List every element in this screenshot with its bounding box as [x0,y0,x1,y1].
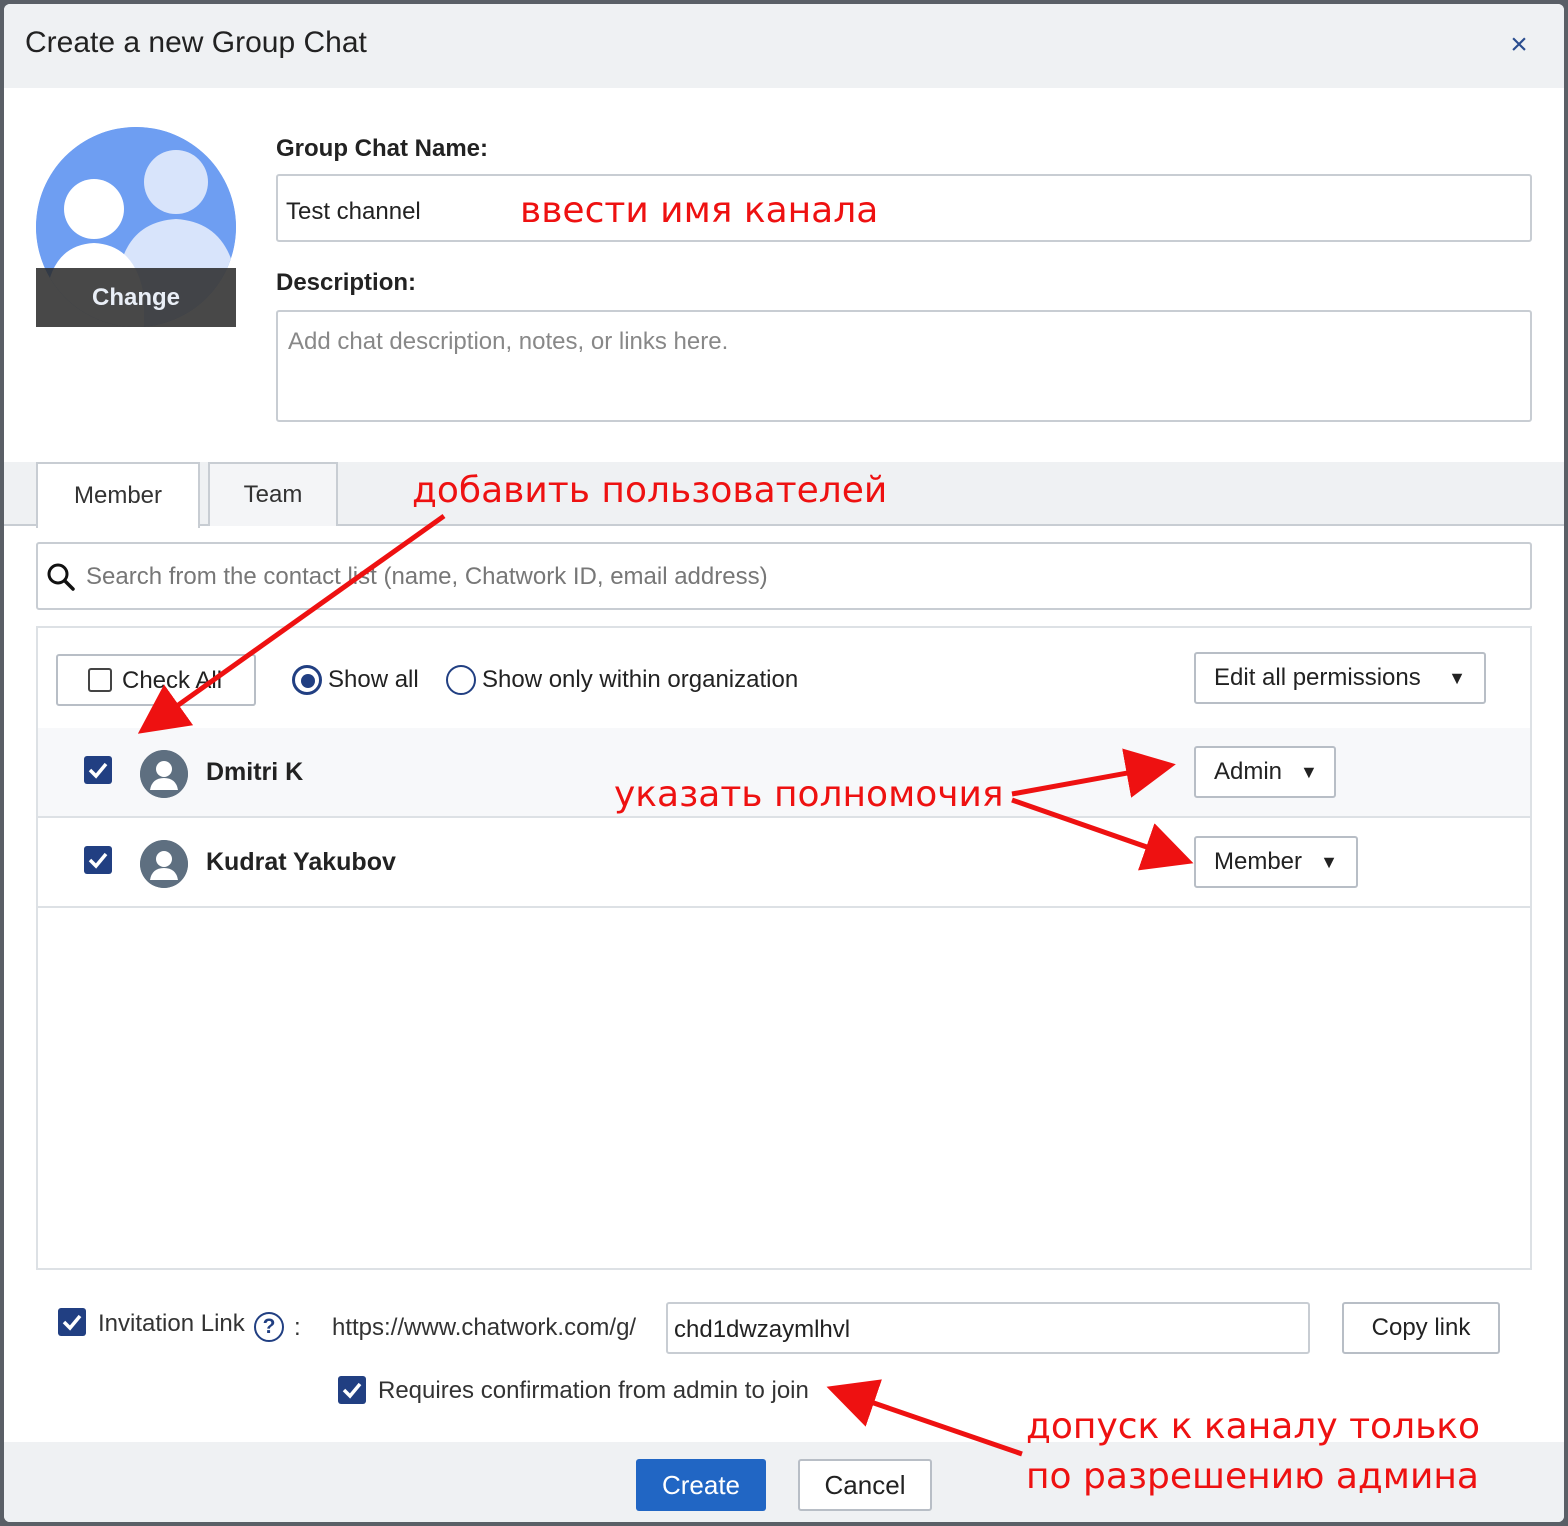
invitation-code-input[interactable]: chd1dwzaymlhvl [666,1302,1310,1354]
create-button[interactable]: Create [636,1459,766,1511]
group-name-input[interactable]: Test channel [276,174,1532,242]
help-icon[interactable]: ? [254,1312,284,1342]
search-placeholder: Search from the contact list (name, Chat… [86,563,768,590]
cancel-button[interactable]: Cancel [798,1459,932,1511]
member-role-dropdown[interactable]: Admin ▼ [1194,746,1336,798]
requires-confirmation-checkbox[interactable] [338,1376,366,1404]
description-textarea[interactable]: Add chat description, notes, or links he… [276,310,1532,422]
caret-down-icon: ▼ [1448,667,1466,688]
edit-all-permissions-dropdown[interactable]: Edit all permissions ▼ [1194,652,1486,704]
member-role-dropdown[interactable]: Member ▼ [1194,836,1358,888]
dialog-title: Create a new Group Chat [25,26,367,59]
member-list-panel: Check All Show all Show only within orga… [36,626,1532,1270]
tab-member[interactable]: Member [36,462,200,528]
member-name: Dmitri K [206,758,304,786]
show-all-label: Show all [328,666,419,693]
annotation-admin-only-line2: по разрешению админа [1026,1456,1479,1497]
show-all-radio[interactable] [292,665,322,695]
description-placeholder: Add chat description, notes, or links he… [288,328,729,355]
annotation-enter-name: ввести имя канала [520,190,879,231]
member-name: Kudrat Yakubov [206,848,396,876]
contact-search-input[interactable]: Search from the contact list (name, Chat… [36,542,1532,610]
edit-all-permissions-label: Edit all permissions [1214,664,1421,691]
create-group-chat-dialog: Create a new Group Chat × Change Group C… [4,4,1564,1522]
annotation-add-users: добавить пользователей [412,470,888,511]
member-role-label: Member [1214,848,1303,875]
member-row[interactable]: Kudrat Yakubov Member ▼ [38,818,1530,908]
close-icon[interactable]: × [1504,30,1534,60]
member-role-label: Admin [1214,758,1283,785]
user-avatar-icon [140,750,188,798]
show-org-label: Show only within organization [482,666,799,693]
copy-link-button[interactable]: Copy link [1342,1302,1500,1354]
requires-confirmation-label: Requires confirmation from admin to join [378,1377,809,1404]
invitation-link-label: Invitation Link [98,1310,245,1337]
caret-down-icon: ▼ [1300,761,1318,782]
member-checkbox[interactable] [84,846,112,874]
invitation-url-prefix: https://www.chatwork.com/g/ [332,1314,637,1341]
annotation-set-permissions: указать полномочия [614,774,1004,815]
caret-down-icon: ▼ [1320,851,1338,872]
dialog-titlebar: Create a new Group Chat × [4,4,1564,88]
show-org-radio[interactable] [446,665,476,695]
invitation-code-value: chd1dwzaymlhvl [674,1316,851,1343]
change-avatar-button[interactable]: Change [36,268,236,327]
search-icon [47,563,75,591]
check-all-button[interactable]: Check All [56,654,256,706]
check-all-label: Check All [122,667,223,694]
tab-team[interactable]: Team [208,462,338,526]
group-name-label: Group Chat Name: [276,135,489,162]
invitation-link-checkbox[interactable] [58,1308,86,1336]
invitation-colon: : [294,1314,301,1341]
member-checkbox[interactable] [84,756,112,784]
group-name-value: Test channel [286,198,421,225]
description-label: Description: [276,269,417,296]
check-all-checkbox[interactable] [88,668,112,692]
user-avatar-icon [140,840,188,888]
annotation-admin-only-line1: допуск к каналу только [1026,1406,1481,1447]
